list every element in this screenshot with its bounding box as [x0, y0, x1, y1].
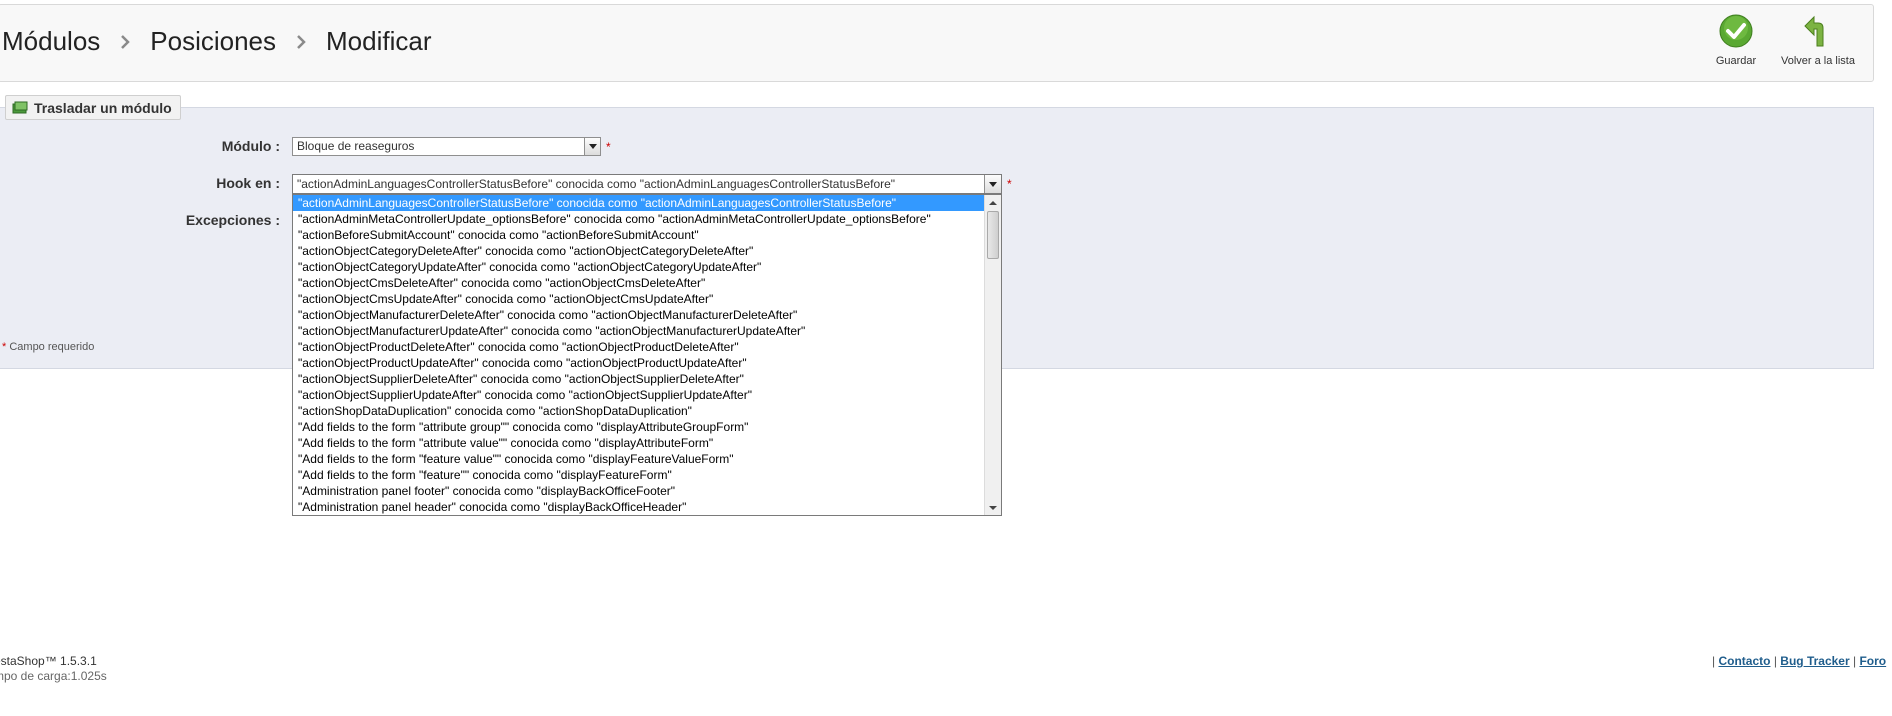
required-marker: * [1007, 177, 1012, 191]
module-select-value: Bloque de reaseguros [297, 139, 415, 153]
back-to-list-button[interactable]: Volver a la lista [1776, 14, 1860, 67]
module-select[interactable]: Bloque de reaseguros [292, 137, 601, 156]
hook-option[interactable]: "actionBeforeSubmitAccount" conocida com… [293, 227, 1001, 243]
hook-option[interactable]: "actionObjectSupplierUpdateAfter" conoci… [293, 387, 1001, 403]
load-time-text: mpo de carga:1.025s [0, 669, 107, 683]
green-check-circle-icon [1719, 14, 1753, 51]
required-note: * Campo requerido [2, 341, 95, 353]
hook-option[interactable]: "actionObjectCategoryDeleteAfter" conoci… [293, 243, 1001, 259]
chevron-down-icon[interactable] [584, 138, 600, 155]
hook-option[interactable]: "actionObjectSupplierDeleteAfter" conoci… [293, 371, 1001, 387]
hook-option[interactable]: "Add fields to the form "feature value""… [293, 451, 1001, 467]
green-back-arrow-icon [1801, 15, 1835, 51]
breadcrumb: Módulos Posiciones Modificar [2, 26, 432, 57]
hook-option[interactable]: "actionObjectManufacturerDeleteAfter" co… [293, 307, 1001, 323]
version-text: estaShop™ 1.5.3.1 [0, 654, 97, 668]
hook-dropdown-list[interactable]: "actionAdminLanguagesControllerStatusBef… [292, 194, 1002, 516]
dropdown-scrollbar[interactable] [984, 195, 1001, 515]
scroll-up-icon[interactable] [985, 195, 1001, 210]
contact-link[interactable]: Contacto [1718, 654, 1770, 668]
hook-options: "actionAdminLanguagesControllerStatusBef… [293, 195, 1001, 515]
forum-link[interactable]: Foro [1859, 654, 1886, 668]
back-label: Volver a la lista [1781, 55, 1855, 67]
chevron-right-icon [296, 29, 306, 55]
legend-title: Trasladar un módulo [34, 99, 172, 116]
scroll-down-icon[interactable] [985, 500, 1001, 515]
save-label: Guardar [1715, 55, 1757, 67]
bug-tracker-link[interactable]: Bug Tracker [1780, 654, 1849, 668]
hook-option[interactable]: "actionObjectCmsUpdateAfter" conocida co… [293, 291, 1001, 307]
breadcrumb-modulos[interactable]: Módulos [2, 26, 100, 57]
exceptions-label: Excepciones : [185, 212, 280, 228]
page-title: Modificar [326, 26, 432, 56]
module-label: Módulo : [221, 138, 280, 154]
hook-option[interactable]: "actionAdminMetaControllerUpdate_options… [293, 211, 1001, 227]
hook-option[interactable]: "Administration panel footer" conocida c… [293, 483, 1001, 499]
hook-option[interactable]: "actionObjectCategoryUpdateAfter" conoci… [293, 259, 1001, 275]
chevron-right-icon [120, 29, 131, 55]
hook-option[interactable]: "actionObjectProductDeleteAfter" conocid… [293, 339, 1001, 355]
module-icon [12, 101, 28, 114]
hook-option[interactable]: "Add fields to the form "attribute value… [293, 435, 1001, 451]
hook-select-value: "actionAdminLanguagesControllerStatusBef… [297, 177, 896, 191]
hook-option[interactable]: "actionAdminLanguagesControllerStatusBef… [293, 195, 1001, 211]
hook-option[interactable]: "Add fields to the form "attribute group… [293, 419, 1001, 435]
hook-option[interactable]: "actionObjectManufacturerUpdateAfter" co… [293, 323, 1001, 339]
save-button[interactable]: Guardar [1708, 14, 1764, 67]
hook-option[interactable]: "Add fields to the form "feature"" conoc… [293, 467, 1001, 483]
breadcrumb-posiciones[interactable]: Posiciones [150, 26, 276, 57]
required-marker: * [606, 140, 611, 154]
hook-option[interactable]: "Administration panel header" conocida c… [293, 499, 1001, 515]
scroll-thumb[interactable] [987, 211, 999, 259]
hook-option[interactable]: "actionObjectProductUpdateAfter" conocid… [293, 355, 1001, 371]
hook-select[interactable]: "actionAdminLanguagesControllerStatusBef… [292, 174, 1002, 194]
hook-label: Hook en : [216, 175, 280, 191]
hook-option[interactable]: "actionObjectCmsDeleteAfter" conocida co… [293, 275, 1001, 291]
footer-links: | Contacto | Bug Tracker | Foro [1712, 654, 1887, 668]
panel-legend: Trasladar un módulo [5, 95, 181, 120]
footer-info: estaShop™ 1.5.3.1 mpo de carga:1.025s [0, 654, 107, 684]
chevron-down-icon[interactable] [984, 175, 1001, 193]
hook-option[interactable]: "actionShopDataDuplication" conocida com… [293, 403, 1001, 419]
